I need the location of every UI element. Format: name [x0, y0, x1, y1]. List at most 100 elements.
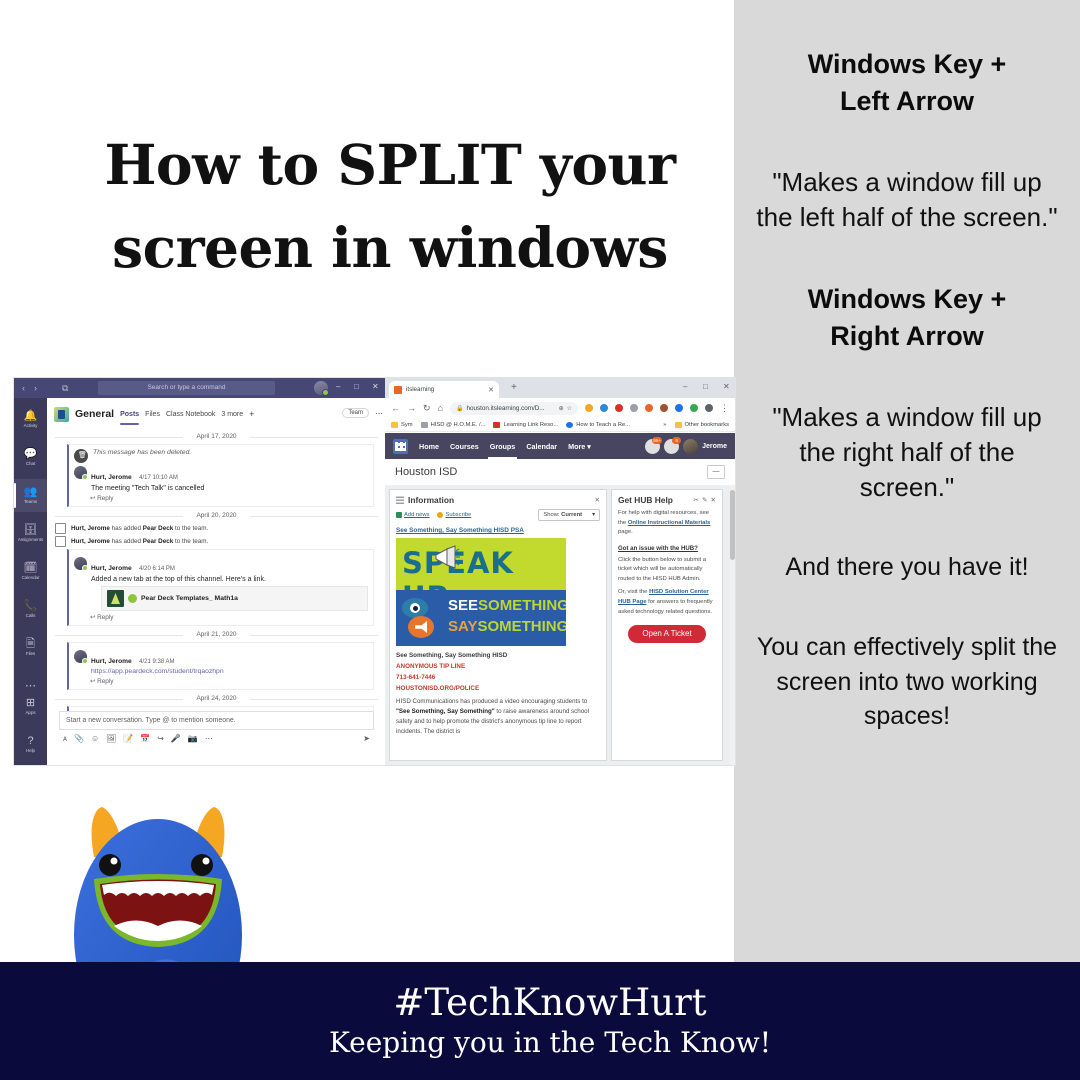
news-headline-link[interactable]: See Something, Say Something HISD PSA [396, 527, 600, 534]
add-news-button[interactable]: Add news [396, 512, 429, 518]
nav-courses[interactable]: Courses [450, 442, 479, 451]
new-tab-button[interactable]: + [511, 383, 517, 393]
teams-compose-icon[interactable]: ⧉ [62, 383, 68, 393]
sidebar-item-files[interactable]: 🗎 Files [14, 631, 47, 664]
message-feed[interactable]: April 17, 2020 🗑 This message has been d… [53, 428, 380, 728]
browser-menu-icon[interactable]: ⋮ [720, 403, 729, 413]
sidebar-item-apps[interactable]: ⊞ Apps [14, 690, 47, 723]
teams-back-icon[interactable]: ‹ [22, 383, 25, 393]
page-scrollbar-thumb[interactable] [730, 490, 735, 560]
close-icon[interactable]: ✕ [710, 496, 716, 504]
channel-overflow-icon[interactable]: ⋯ [375, 409, 383, 418]
reply-button[interactable]: ↩ Reply [90, 677, 368, 685]
forward-icon[interactable]: → [407, 403, 416, 413]
open-a-ticket-button[interactable]: Open A Ticket [628, 625, 706, 644]
messages-icon[interactable]: 99+ [645, 436, 663, 454]
tagline-text: Keeping you in the Tech Know! [328, 1025, 771, 1059]
bookmark-item[interactable]: Learning Link Reso... [493, 421, 558, 428]
sidebar-item-chat[interactable]: 💬 Chat [14, 441, 47, 474]
tab-more[interactable]: 3 more [221, 411, 243, 418]
reload-icon[interactable]: ↻ [423, 403, 431, 413]
sidebar-item-help[interactable]: ? Help [14, 728, 47, 761]
bookmark-item[interactable]: Sym [391, 421, 413, 428]
browser-close-button[interactable]: ✕ [723, 382, 730, 392]
reply-button[interactable]: ↩ Reply [90, 613, 368, 621]
teams-close-button[interactable]: ✕ [372, 382, 379, 392]
browser-minimize-button[interactable]: – [683, 382, 687, 392]
collapse-button[interactable]: — [707, 465, 725, 479]
teams-forward-icon[interactable]: › [34, 383, 37, 393]
message-link[interactable]: https://app.peardeck.com/student/trqaozh… [91, 668, 224, 675]
browser-tab[interactable]: itslearning ✕ [389, 381, 499, 398]
send-button[interactable]: ➤ [363, 734, 370, 743]
sidebar-item-teams[interactable]: 👥 Teams [14, 479, 47, 512]
avatar[interactable] [683, 438, 699, 454]
extension-icon[interactable] [615, 404, 623, 412]
tab-files[interactable]: Files [145, 411, 160, 418]
bookmark-item[interactable]: HISD @ H.O.M.E. /... [420, 421, 485, 428]
online-instructional-materials-link[interactable]: Online Instructional Materials [628, 520, 711, 526]
bookmarks-overflow-button[interactable]: » [663, 422, 666, 428]
extension-icon[interactable] [660, 404, 668, 412]
nav-calendar[interactable]: Calendar [526, 442, 557, 451]
scissors-icon[interactable]: ✂ [693, 496, 699, 504]
extension-icon[interactable] [585, 404, 593, 412]
message-input[interactable]: Start a new conversation. Type @ to ment… [59, 711, 374, 730]
sidebar-item-calls[interactable]: 📞 Calls [14, 593, 47, 626]
sidebar-item-calendar[interactable]: 🗓 Calendar [14, 555, 47, 588]
profile-avatar-icon[interactable] [705, 404, 713, 412]
reply-button[interactable]: ↩ Reply [90, 494, 368, 502]
teams-maximize-button[interactable]: □ [354, 382, 359, 392]
meeting-icon[interactable]: 📅 [140, 734, 150, 743]
bookmark-star-icon[interactable]: ☆ [567, 405, 572, 412]
tab-posts[interactable]: Posts [120, 411, 140, 425]
back-icon[interactable]: ← [391, 403, 400, 413]
teams-user-avatar[interactable] [314, 381, 329, 396]
page-content: Information ✕ Add news Subscribe Show: C… [385, 485, 735, 765]
nav-more[interactable]: More ▾ [568, 442, 591, 451]
extension-icon[interactable] [645, 404, 653, 412]
team-pill-button[interactable]: Team [342, 408, 369, 418]
system-mid: has added [109, 538, 143, 545]
teams-minimize-button[interactable]: – [336, 382, 340, 392]
attach-icon[interactable]: 📎 [74, 734, 84, 743]
notifications-icon[interactable]: 6 [664, 436, 682, 454]
close-icon[interactable]: ✕ [594, 496, 600, 504]
address-bar[interactable]: 🔒 houston.itslearning.com/D... ⊕ ☆ [449, 401, 578, 415]
pear-deck-icon [128, 594, 137, 603]
extension-icon[interactable] [630, 404, 638, 412]
video-icon[interactable]: 📷 [188, 734, 198, 743]
extension-icon[interactable] [600, 404, 608, 412]
subscribe-button[interactable]: Subscribe [437, 512, 471, 518]
bullhorn-icon [408, 616, 434, 638]
message-author: Hurt, Jerome [91, 658, 132, 665]
extension-icon[interactable] [675, 404, 683, 412]
sidebar-item-assignments[interactable]: 🗄 Assignments [14, 517, 47, 550]
more-options-icon[interactable]: ⋯ [205, 734, 213, 743]
sticker-icon[interactable]: 📝 [123, 734, 133, 743]
nav-home[interactable]: Home [419, 442, 439, 451]
zoom-icon[interactable]: ⊕ [559, 405, 564, 412]
browser-maximize-button[interactable]: □ [703, 382, 708, 392]
close-tab-icon[interactable]: ✕ [488, 386, 494, 394]
extension-icon[interactable] [690, 404, 698, 412]
sidebar-item-activity[interactable]: 🔔 Activity [14, 403, 47, 436]
attachment-card[interactable]: Pear Deck Templates_ Math1a [101, 586, 368, 611]
emoji-icon[interactable]: ☺ [91, 734, 99, 743]
format-icon[interactable]: ᴀ [63, 734, 67, 743]
home-icon[interactable]: ⌂ [438, 403, 443, 413]
bookmark-item[interactable]: How to Teach a Re... [566, 421, 630, 428]
drag-handle-icon[interactable] [396, 496, 404, 504]
add-tab-button[interactable]: + [249, 409, 254, 419]
show-filter-select[interactable]: Show: Current ▾ [538, 509, 600, 521]
itslearning-logo-icon[interactable] [393, 438, 408, 454]
praise-icon[interactable]: 🎤 [171, 734, 181, 743]
teams-search-input[interactable]: Search or type a command [98, 381, 275, 395]
stream-icon[interactable]: ↪ [157, 734, 164, 743]
other-bookmarks-folder[interactable]: Other bookmarks [674, 421, 729, 428]
giphy-icon[interactable]: 🖼 [106, 734, 116, 743]
poster-say: SAY [448, 618, 478, 635]
nav-groups[interactable]: Groups [487, 442, 517, 459]
edit-pencil-icon[interactable]: ✎ [702, 496, 708, 504]
tab-class-notebook[interactable]: Class Notebook [166, 411, 215, 418]
